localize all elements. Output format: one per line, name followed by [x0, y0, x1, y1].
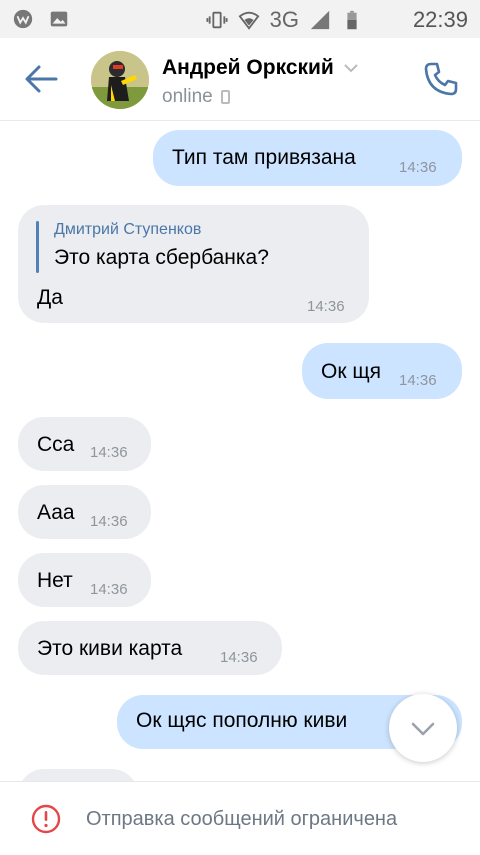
message-incoming[interactable]: Сса 14:36: [18, 417, 151, 471]
message-time: 14:36: [220, 649, 258, 666]
message-time: 14:36: [399, 159, 437, 176]
status-bar: 3G 22:39: [0, 0, 480, 38]
message-text: Это киви карта: [37, 637, 183, 660]
contact-status: online: [162, 86, 230, 108]
message-incoming-partial[interactable]: [18, 769, 138, 781]
message-time: 14:36: [90, 581, 128, 598]
warning-circle-icon: [31, 804, 61, 834]
vibrate-icon: [206, 11, 228, 29]
message-text: Ааа: [37, 501, 75, 524]
network-type: 3G: [269, 7, 299, 32]
mobile-device-icon: [220, 90, 230, 104]
online-status: online: [162, 86, 213, 107]
wifi-icon: [238, 11, 260, 30]
message-incoming[interactable]: Ааа 14:36: [18, 485, 151, 539]
restriction-bar: Отправка сообщений ограничена: [0, 781, 480, 855]
message-incoming-reply[interactable]: Дмитрий Ступенков Это карта сбербанка? Д…: [18, 205, 369, 323]
message-list[interactable]: Тип там привязана 14:36 Дмитрий Ступенко…: [0, 121, 480, 781]
message-incoming[interactable]: Это киви карта 14:36: [18, 621, 282, 675]
reply-author[interactable]: Дмитрий Ступенков: [54, 221, 201, 239]
message-outgoing[interactable]: Ок щя 14:36: [302, 343, 462, 399]
chevron-down-icon: [344, 64, 358, 73]
restriction-notice: Отправка сообщений ограничена: [86, 808, 398, 830]
message-text: Сса: [37, 433, 75, 456]
message-time: 14:36: [90, 513, 128, 530]
message-text: Ок щя: [321, 360, 382, 383]
reply-text: Это карта сбербанка?: [54, 246, 269, 269]
message-text: Тип там привязана: [172, 146, 356, 169]
back-arrow-icon[interactable]: [24, 64, 58, 94]
battery-icon: [347, 10, 357, 30]
message-time: 14:36: [399, 372, 437, 389]
scroll-to-bottom-button[interactable]: [389, 694, 457, 762]
message-text: Нет: [37, 569, 73, 592]
contact-name-row[interactable]: Андрей Оркский: [162, 56, 358, 80]
message-outgoing[interactable]: Тип там привязана 14:36: [153, 130, 462, 186]
message-incoming[interactable]: Нет 14:36: [18, 553, 151, 607]
avatar[interactable]: [91, 51, 149, 109]
app-logo-icon: [13, 9, 33, 29]
phone-call-icon[interactable]: [422, 60, 460, 98]
image-icon: [50, 11, 68, 27]
message-text: Да: [37, 286, 63, 309]
clock: 22:39: [412, 7, 468, 32]
signal-icon: [310, 10, 330, 30]
message-text: Ок щяс пополню киви: [136, 709, 348, 732]
contact-name: Андрей Оркский: [162, 56, 334, 79]
avatar-image: [91, 51, 149, 109]
reply-quote-bar: [36, 221, 39, 273]
message-time: 14:36: [307, 298, 345, 315]
chat-header: Андрей Оркский online: [0, 38, 480, 121]
message-time: 14:36: [90, 444, 128, 461]
chevron-down-icon: [411, 722, 435, 736]
